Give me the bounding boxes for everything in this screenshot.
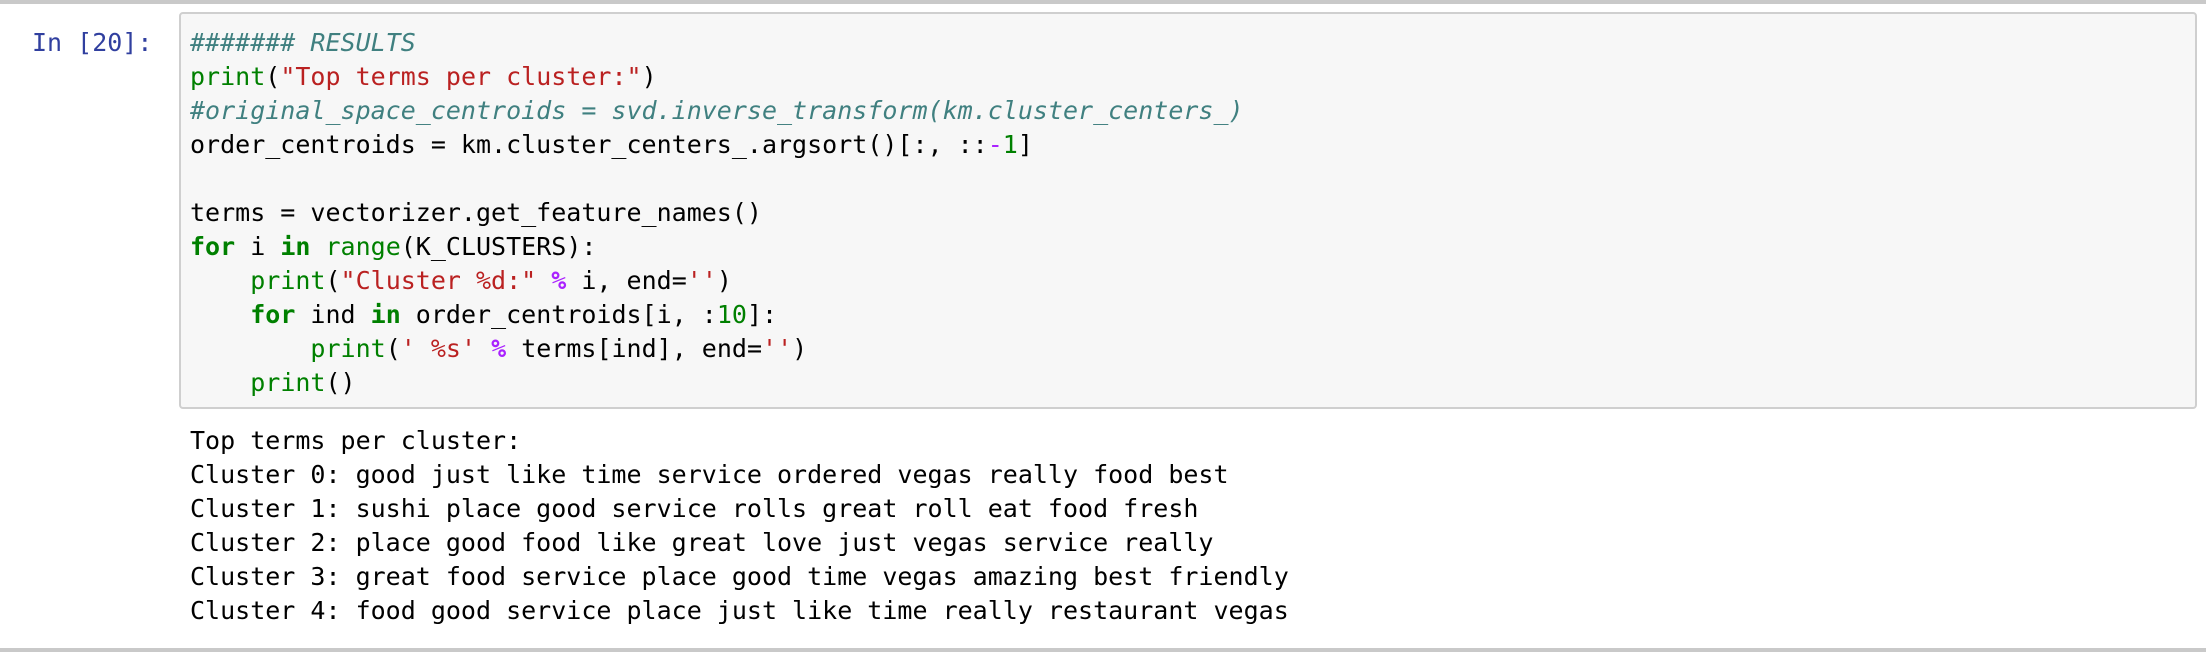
- print-call: print: [190, 62, 266, 91]
- string-literal: '': [686, 266, 717, 295]
- output-line: Cluster 2: place good food like great lo…: [190, 528, 1214, 557]
- paren: (: [325, 266, 341, 295]
- bracket: ]:: [746, 300, 778, 329]
- input-prompt: In [20]:: [32, 28, 153, 57]
- code-line-11: print(): [190, 366, 1244, 400]
- code-line-7: for i in range(K_CLUSTERS):: [190, 230, 1244, 264]
- code-editor[interactable]: ####### RESULTS print("Top terms per clus…: [190, 26, 1244, 400]
- percent-operator: %: [491, 334, 507, 363]
- code-line-4: order_centroids = km.cluster_centers_.ar…: [190, 128, 1244, 162]
- minus-operator: -: [987, 130, 1003, 159]
- string-literal: '': [762, 334, 793, 363]
- print-args: terms[ind], end=: [506, 334, 763, 363]
- code-line-3: #original_space_centroids = svd.inverse_…: [190, 94, 1244, 128]
- cell-output: Top terms per cluster: Cluster 0: good ju…: [190, 424, 1289, 628]
- code-line-9: for ind in order_centroids[i, :10]:: [190, 298, 1244, 332]
- output-line: Cluster 0: good just like time service o…: [190, 460, 1229, 489]
- keyword-for: for: [250, 300, 296, 329]
- range-args: (K_CLUSTERS):: [400, 232, 597, 261]
- cell-top-divider: [0, 0, 2206, 4]
- print-call: print: [250, 368, 326, 397]
- paren: (: [265, 62, 281, 91]
- order-centroids-assign: order_centroids = km.cluster_centers_.ar…: [190, 130, 988, 159]
- keyword-in: in: [280, 232, 311, 261]
- keyword-for: for: [190, 232, 236, 261]
- print-call: print: [250, 266, 326, 295]
- output-line: Cluster 3: great food service place good…: [190, 562, 1289, 591]
- code-line-5-blank: [190, 162, 1244, 196]
- number-literal: 1: [1002, 130, 1018, 159]
- keyword-in: in: [370, 300, 401, 329]
- string-literal: "Top terms per cluster:": [280, 62, 642, 91]
- range-call: range: [325, 232, 401, 261]
- code-line-10: print(' %s' % terms[ind], end=''): [190, 332, 1244, 366]
- code-line-2: print("Top terms per cluster:"): [190, 60, 1244, 94]
- terms-assign: terms = vectorizer.get_feature_names(): [190, 198, 762, 227]
- output-line: Top terms per cluster:: [190, 426, 522, 455]
- cell-bottom-divider: [0, 648, 2206, 652]
- code-line-6: terms = vectorizer.get_feature_names(): [190, 196, 1244, 230]
- code-line-8: print("Cluster %d:" % i, end=''): [190, 264, 1244, 298]
- inner-loop-iterable: order_centroids[i, :: [400, 300, 717, 329]
- paren: ): [641, 62, 657, 91]
- code-line-1: ####### RESULTS: [190, 26, 1244, 60]
- number-literal: 10: [716, 300, 747, 329]
- print-call: print: [310, 334, 386, 363]
- print-args: i, end=: [566, 266, 687, 295]
- output-line: Cluster 1: sushi place good service roll…: [190, 494, 1199, 523]
- comment-original-space: #original_space_centroids = svd.inverse_…: [190, 96, 1244, 125]
- string-literal: "Cluster %d:": [340, 266, 537, 295]
- percent-operator: %: [551, 266, 567, 295]
- comment-results: ####### RESULTS: [190, 28, 416, 57]
- string-literal: ' %s': [400, 334, 477, 363]
- output-line: Cluster 4: food good service place just …: [190, 596, 1289, 625]
- loop-var: i: [235, 232, 281, 261]
- bracket: ]: [1017, 130, 1033, 159]
- paren: ): [792, 334, 808, 363]
- paren: (): [325, 368, 356, 397]
- paren: ): [716, 266, 732, 295]
- loop-var: ind: [295, 300, 371, 329]
- paren: (: [385, 334, 401, 363]
- notebook-page: In [20]: ####### RESULTS print("Top terms…: [0, 0, 2206, 656]
